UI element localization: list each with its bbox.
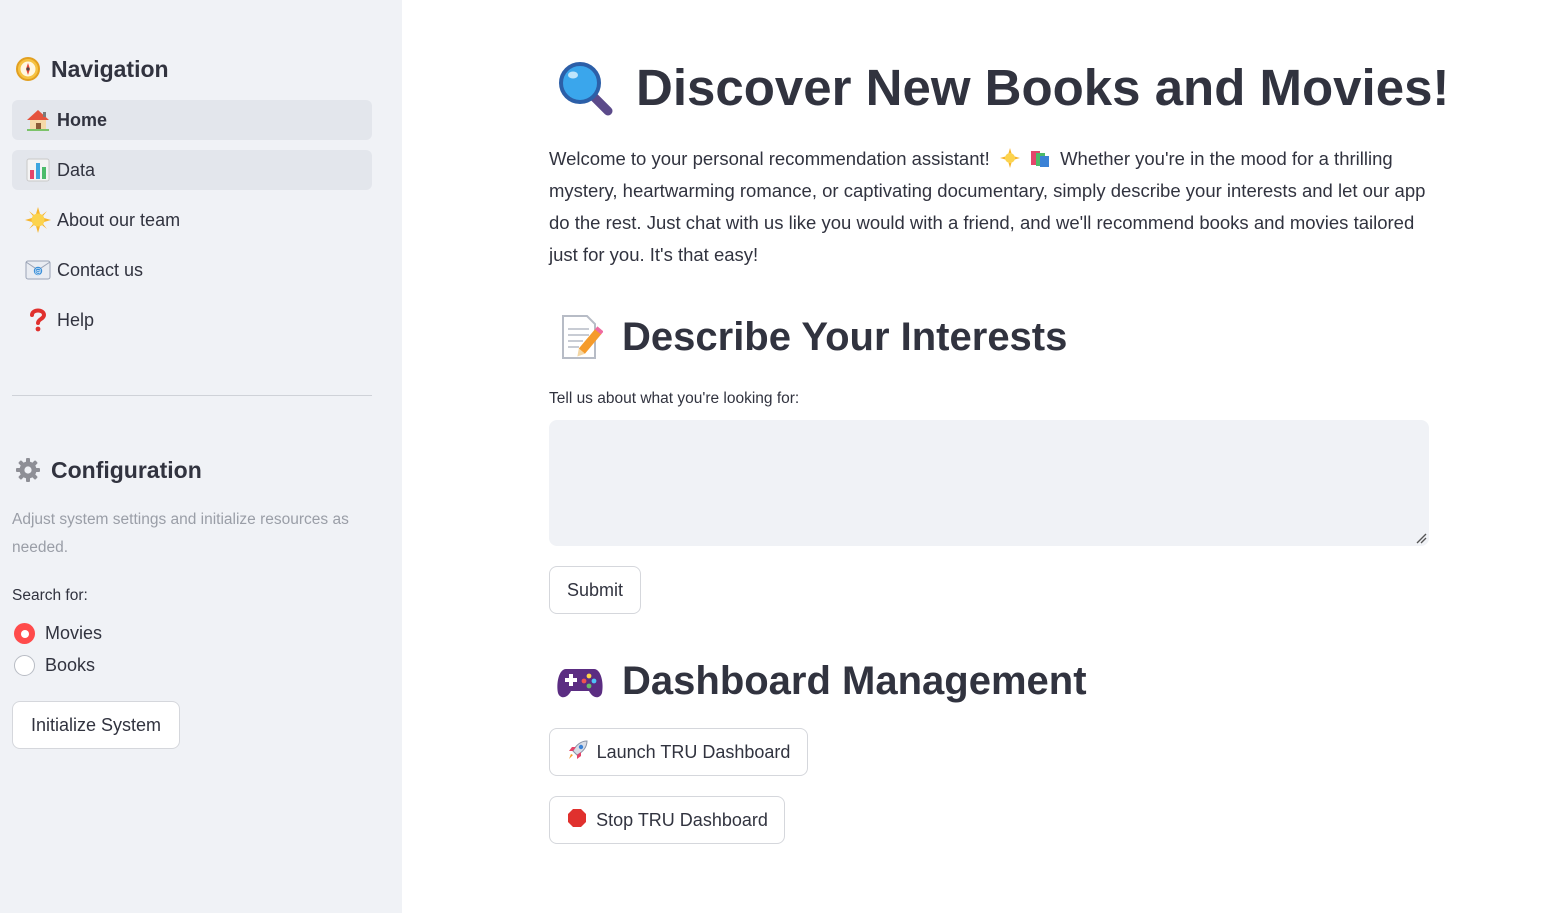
interests-heading-text: Describe Your Interests xyxy=(622,314,1068,359)
game-controller-icon xyxy=(556,657,604,705)
radio-books[interactable]: Books xyxy=(14,655,95,676)
button-label: Launch TRU Dashboard xyxy=(596,741,791,762)
page-title: Discover New Books and Movies! xyxy=(556,58,1449,117)
configuration-heading: Configuration xyxy=(14,456,202,484)
button-label: Submit xyxy=(566,579,624,600)
sidebar-item-contact-us[interactable]: @ Contact us xyxy=(12,250,372,290)
question-mark-icon xyxy=(25,307,51,333)
search-for-label: Search for: xyxy=(12,587,88,604)
interests-heading: Describe Your Interests xyxy=(556,313,1067,361)
initialize-system-button[interactable]: Initialize System xyxy=(12,701,180,749)
sun-icon xyxy=(25,207,51,233)
sidebar-item-label: Data xyxy=(57,159,96,180)
intro-text: Welcome to your personal recommendation … xyxy=(549,148,990,169)
navigation-heading: Navigation xyxy=(14,55,169,83)
sun-icon xyxy=(999,146,1021,168)
resize-grip-icon[interactable] xyxy=(1415,532,1427,544)
radio-selected-indicator[interactable] xyxy=(14,623,35,644)
stop-tru-dashboard-button[interactable]: Stop TRU Dashboard xyxy=(549,796,785,844)
sidebar-item-label: Contact us xyxy=(57,259,144,280)
radio-unselected-indicator[interactable] xyxy=(14,655,35,676)
sidebar-item-label: About our team xyxy=(57,209,181,230)
radio-movies[interactable]: Movies xyxy=(14,623,102,644)
sidebar: Navigation Home Data About our team @ Co… xyxy=(0,0,402,913)
dashboard-heading: Dashboard Management xyxy=(556,657,1087,705)
launch-tru-dashboard-button[interactable]: Launch TRU Dashboard xyxy=(549,728,808,776)
rocket-icon xyxy=(567,739,589,766)
radio-label: Movies xyxy=(45,623,103,643)
navigation-title: Navigation xyxy=(51,55,169,82)
magnifying-glass-icon xyxy=(556,59,614,117)
gear-icon xyxy=(14,456,42,484)
button-label: Initialize System xyxy=(30,714,162,735)
intro-paragraph: Welcome to your personal recommendation … xyxy=(549,143,1429,271)
radio-label: Books xyxy=(45,655,96,675)
configuration-title: Configuration xyxy=(51,456,202,483)
sidebar-item-help[interactable]: Help xyxy=(12,300,372,340)
sidebar-divider xyxy=(12,395,372,396)
memo-icon xyxy=(556,313,604,361)
sidebar-item-label: Help xyxy=(57,309,95,330)
svg-text:@: @ xyxy=(35,268,42,276)
button-label: Stop TRU Dashboard xyxy=(596,809,768,830)
sidebar-item-data[interactable]: Data xyxy=(12,150,372,190)
compass-icon xyxy=(14,55,42,83)
house-icon xyxy=(25,107,51,133)
books-icon xyxy=(1029,146,1051,167)
page-title-text: Discover New Books and Movies! xyxy=(636,59,1450,116)
bar-chart-icon xyxy=(25,157,51,183)
dashboard-heading-text: Dashboard Management xyxy=(622,658,1087,703)
sidebar-item-home[interactable]: Home xyxy=(12,100,372,140)
submit-button[interactable]: Submit xyxy=(549,566,641,614)
stop-sign-icon xyxy=(566,807,588,834)
sidebar-item-label: Home xyxy=(57,109,108,130)
envelope-icon: @ xyxy=(25,257,51,283)
configuration-caption: Adjust system settings and initialize re… xyxy=(12,511,349,556)
interests-label: Tell us about what you're looking for: xyxy=(549,390,800,407)
sidebar-item-about-our-team[interactable]: About our team xyxy=(12,200,372,240)
interests-textarea[interactable] xyxy=(549,420,1429,546)
